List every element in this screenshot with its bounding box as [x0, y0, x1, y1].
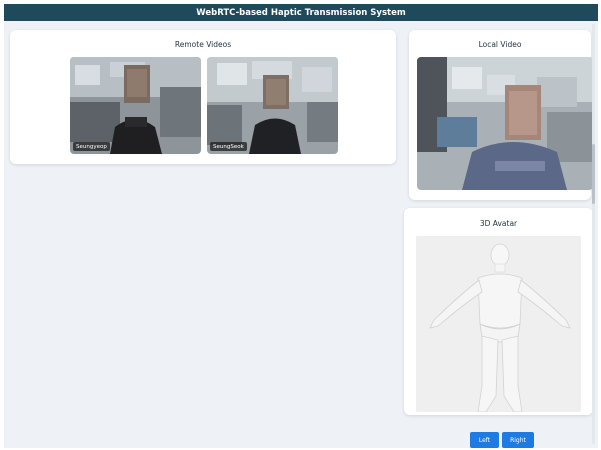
avatar-panel: 3D Avatar [404, 208, 593, 415]
local-video-feed[interactable] [417, 57, 593, 190]
local-camera-image [417, 57, 593, 190]
page-scrollbar[interactable] [592, 24, 595, 444]
participant-name-tag: Seungyeop [73, 142, 110, 151]
remote-video-feed [70, 57, 201, 154]
remote-videos-panel: Remote Videos Seungyeop SeungSeok [10, 30, 396, 164]
avatar-model [416, 236, 581, 412]
remote-video-feed [207, 57, 338, 154]
right-button[interactable]: Right [502, 432, 534, 448]
avatar-title: 3D Avatar [479, 219, 518, 228]
app-title: WebRTC-based Haptic Transmission System [4, 4, 598, 21]
left-button[interactable]: Left [470, 432, 499, 448]
remote-video-seungseok[interactable]: SeungSeok [207, 57, 338, 154]
remote-video-seungyeop[interactable]: Seungyeop [70, 57, 201, 154]
local-video-title: Local Video [478, 40, 522, 49]
remote-videos-title: Remote Videos [174, 40, 232, 49]
app-window: WebRTC-based Haptic Transmission System … [4, 4, 598, 448]
avatar-viewport[interactable] [416, 236, 581, 412]
scrollbar-thumb[interactable] [592, 144, 595, 204]
participant-name-tag: SeungSeok [210, 142, 247, 151]
local-video-panel: Local Video [409, 30, 593, 200]
